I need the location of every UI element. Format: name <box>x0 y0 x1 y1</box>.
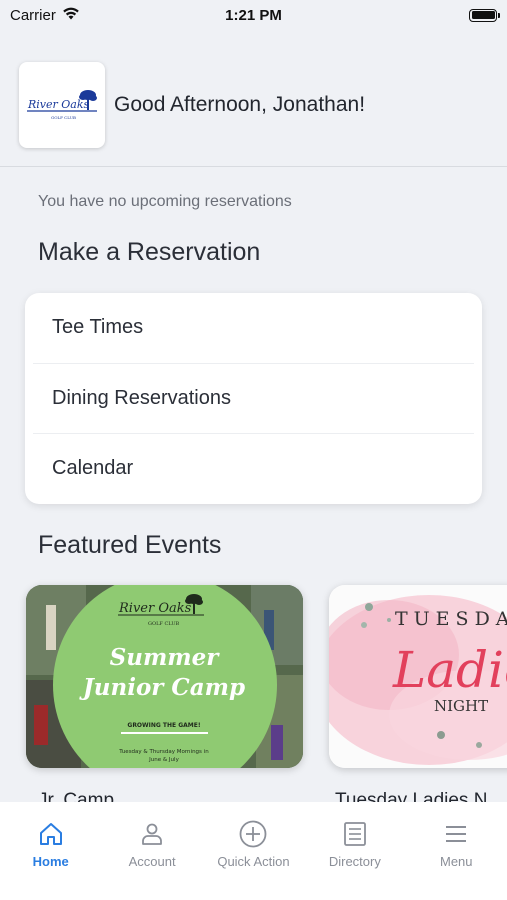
tab-account-label: Account <box>128 854 176 869</box>
directory-icon <box>342 818 368 850</box>
dining-reservations-label: Dining Reservations <box>52 386 231 409</box>
poster-logo-text: River Oaks <box>118 601 192 616</box>
poster-line2: Junior Camp <box>79 674 245 701</box>
featured-events-title: Featured Events <box>38 531 222 559</box>
poster-tagline: GROWING THE GAME! <box>127 722 200 729</box>
no-reservations-message: You have no upcoming reservations <box>38 193 292 210</box>
poster-night-text: NIGHT <box>434 697 488 715</box>
battery-icon <box>469 8 500 22</box>
tab-home[interactable]: Home <box>1 818 101 900</box>
river-oaks-logo-icon: River Oaks GOLF CLUB <box>27 90 97 120</box>
status-left: Carrier <box>10 7 80 24</box>
tab-home-label: Home <box>32 854 69 869</box>
reservation-options-card: Tee Times Dining Reservations Calendar <box>25 293 482 504</box>
header: River Oaks GOLF CLUB Good Afternoon, Jon… <box>19 62 507 148</box>
event-card-ladies-night[interactable]: TUESDA Ladie NIGHT <box>329 585 507 768</box>
poster-schedule2: June & July <box>148 757 179 763</box>
tab-directory-label: Directory <box>328 854 381 869</box>
wifi-icon <box>62 7 80 24</box>
tab-account[interactable]: Account <box>102 818 202 900</box>
svg-text:River Oaks: River Oaks <box>27 98 90 111</box>
poster-line1: Summer <box>110 644 221 671</box>
tee-times-item[interactable]: Tee Times <box>33 293 474 364</box>
tab-directory[interactable]: Directory <box>305 818 405 900</box>
ladies-night-poster: TUESDA Ladie NIGHT <box>329 585 507 768</box>
menu-icon <box>443 818 469 850</box>
status-bar: Carrier 1:21 PM <box>0 0 507 30</box>
tab-quick-action[interactable]: Quick Action <box>203 818 303 900</box>
greeting-text: Good Afternoon, Jonathan! <box>114 93 366 116</box>
tee-times-label: Tee Times <box>52 316 144 339</box>
carrier-label: Carrier <box>10 6 56 24</box>
calendar-item[interactable]: Calendar <box>33 434 474 504</box>
junior-camp-poster: River Oaks GOLF CLUB Summer Junior Camp … <box>26 585 303 768</box>
poster-tuesday-text: TUESDA <box>395 608 507 630</box>
home-icon <box>38 818 64 850</box>
tab-menu[interactable]: Menu <box>406 818 506 900</box>
poster-ladies-text: Ladie <box>392 641 507 699</box>
account-icon <box>139 818 165 850</box>
tab-bar: Home Account Quick Action Directory Menu <box>0 802 507 900</box>
plus-circle-icon <box>238 818 268 850</box>
dining-reservations-item[interactable]: Dining Reservations <box>33 364 474 434</box>
calendar-label: Calendar <box>52 457 134 480</box>
club-logo: River Oaks GOLF CLUB <box>19 62 105 148</box>
poster-logo-sub: GOLF CLUB <box>148 621 180 627</box>
make-reservation-title: Make a Reservation <box>38 238 261 266</box>
header-divider <box>0 166 507 167</box>
event-card-junior-camp[interactable]: River Oaks GOLF CLUB Summer Junior Camp … <box>26 585 303 768</box>
tab-menu-label: Menu <box>439 854 473 869</box>
svg-text:GOLF CLUB: GOLF CLUB <box>51 115 76 120</box>
poster-schedule1: Tuesday & Thursday Mornings in <box>118 749 209 755</box>
tab-quick-action-label: Quick Action <box>217 854 290 869</box>
